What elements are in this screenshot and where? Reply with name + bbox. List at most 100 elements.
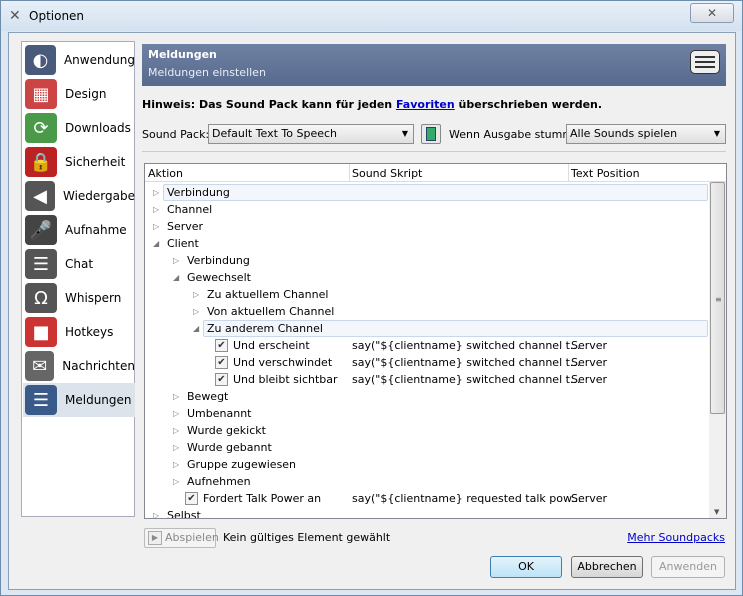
ok-button[interactable]: OK <box>490 556 562 578</box>
expanded-arrow-icon[interactable]: ◢ <box>173 269 179 286</box>
sidebar-item-label: Wiedergabe <box>62 189 135 203</box>
tree-header: Aktion Sound Skript Text Position <box>145 164 726 182</box>
sidebar-item-hotkeys[interactable]: ■ Hotkeys <box>23 315 135 349</box>
tree-row[interactable]: ▷ Von aktuellem Channel <box>145 303 708 320</box>
row-label: Aufnehmen <box>187 475 251 488</box>
section-subtitle: Meldungen einstellen <box>148 66 266 79</box>
design-icon: ▦ <box>25 79 57 109</box>
collapsed-arrow-icon[interactable]: ▷ <box>173 388 179 405</box>
collapsed-arrow-icon[interactable]: ▷ <box>153 184 159 201</box>
cancel-button[interactable]: Abbrechen <box>571 556 643 578</box>
checkbox[interactable]: ✔ <box>185 492 198 505</box>
favorites-link[interactable]: Favoriten <box>396 98 455 111</box>
tree-row[interactable]: ▷ Channel <box>145 201 708 218</box>
checkbox[interactable]: ✔ <box>215 373 228 386</box>
tree-row[interactable]: ✔ Fordert Talk Power an say("${clientname}… <box>145 490 708 507</box>
row-highlight <box>163 184 708 201</box>
column-divider <box>349 164 350 182</box>
tree-row[interactable]: ✔ Und verschwindet say("${clientname} swit… <box>145 354 708 371</box>
scroll-down-icon[interactable]: ▼ <box>714 508 719 516</box>
sidebar-item-anwendung[interactable]: ◐ Anwendung <box>23 43 135 77</box>
play-button[interactable]: ▶ Abspielen <box>144 528 219 548</box>
section-title: Meldungen <box>148 48 217 61</box>
hint-after: überschrieben werden. <box>454 98 603 111</box>
close-button[interactable]: ✕ <box>690 3 734 23</box>
sidebar-item-meldungen[interactable]: ☰ Meldungen <box>23 383 135 417</box>
sidebar-item-nachrichten[interactable]: ✉ Nachrichten <box>23 349 135 383</box>
row-label: Gruppe zugewiesen <box>187 458 297 471</box>
more-soundpacks-link[interactable]: Mehr Soundpacks <box>627 531 725 544</box>
tree-row[interactable]: ▷ Aufnehmen <box>145 473 708 490</box>
collapsed-arrow-icon[interactable]: ▷ <box>153 201 159 218</box>
row-label: Wurde gebannt <box>187 441 272 454</box>
column-divider <box>568 164 569 182</box>
tree-row[interactable]: ▷ Wurde gekickt <box>145 422 708 439</box>
column-sound-script[interactable]: Sound Skript <box>352 167 422 180</box>
checkbox[interactable]: ✔ <box>215 356 228 369</box>
row-position: Server <box>571 339 608 352</box>
row-label: Von aktuellem Channel <box>207 305 335 318</box>
speaker-icon: ◀ <box>25 181 55 211</box>
tree-row[interactable]: ▷ Gruppe zugewiesen <box>145 456 708 473</box>
apply-button[interactable]: Anwenden <box>651 556 725 578</box>
checkbox[interactable]: ✔ <box>215 339 228 352</box>
tree-row[interactable]: ▷ Zu aktuellem Channel <box>145 286 708 303</box>
collapsed-arrow-icon[interactable]: ▷ <box>173 252 179 269</box>
chevron-down-icon: ▼ <box>713 129 720 138</box>
row-label: Bewegt <box>187 390 229 403</box>
collapsed-arrow-icon[interactable]: ▷ <box>153 218 159 235</box>
tree-row[interactable]: ◢ Zu anderem Channel <box>145 320 708 337</box>
tree-row[interactable]: ▷ Verbindung <box>145 252 708 269</box>
row-label: Und verschwindet <box>233 356 333 369</box>
sidebar-item-whispern[interactable]: Ω Whispern <box>23 281 135 315</box>
collapsed-arrow-icon[interactable]: ▷ <box>173 439 179 456</box>
tree-row[interactable]: ▷ Umbenannt <box>145 405 708 422</box>
column-action[interactable]: Aktion <box>148 167 183 180</box>
hint-before: Hinweis: Das Sound Pack kann für jeden <box>142 98 396 111</box>
tree-row[interactable]: ▷ Wurde gebannt <box>145 439 708 456</box>
row-label: Verbindung <box>167 186 230 199</box>
chevron-down-icon: ▼ <box>401 129 408 138</box>
collapsed-arrow-icon[interactable]: ▷ <box>193 303 199 320</box>
tree-row[interactable]: ▷ Verbindung <box>145 184 708 201</box>
collapsed-arrow-icon[interactable]: ▷ <box>153 507 159 518</box>
vertical-scrollbar[interactable]: ≡ ▼ <box>709 182 726 518</box>
collapsed-arrow-icon[interactable]: ▷ <box>173 422 179 439</box>
expanded-arrow-icon[interactable]: ◢ <box>153 235 159 252</box>
expanded-arrow-icon[interactable]: ◢ <box>193 320 199 337</box>
play-label: Abspielen <box>165 531 219 544</box>
row-label: Fordert Talk Power an <box>203 492 322 505</box>
tree-row[interactable]: ✔ Und erscheint say("${clientname} switche… <box>145 337 708 354</box>
tree-row[interactable]: ◢ Client <box>145 235 708 252</box>
row-label: Selbst <box>167 509 201 519</box>
row-position: Server <box>571 373 608 386</box>
sidebar-item-design[interactable]: ▦ Design <box>23 77 135 111</box>
row-label: Server <box>167 220 204 233</box>
teamspeak-icon: ◐ <box>25 45 56 75</box>
close-icon: ✕ <box>706 6 718 20</box>
title-bar: ✕ Optionen ✕ <box>1 1 742 31</box>
collapsed-arrow-icon[interactable]: ▷ <box>173 405 179 422</box>
sidebar-item-label: Sicherheit <box>65 155 126 169</box>
collapsed-arrow-icon[interactable]: ▷ <box>193 286 199 303</box>
sidebar-item-aufnahme[interactable]: 🎤 Aufnahme <box>23 213 135 247</box>
tree-row[interactable]: ▷ Server <box>145 218 708 235</box>
tree-row[interactable]: ▷ Bewegt <box>145 388 708 405</box>
column-text-position[interactable]: Text Position <box>571 167 640 180</box>
section-header: Meldungen Meldungen einstellen <box>142 44 726 86</box>
collapsed-arrow-icon[interactable]: ▷ <box>173 473 179 490</box>
sidebar-item-sicherheit[interactable]: 🔒 Sicherheit <box>23 145 135 179</box>
sidebar-item-chat[interactable]: ☰ Chat <box>23 247 135 281</box>
tree-row[interactable]: ▷ Selbst <box>145 507 708 519</box>
sidebar-item-downloads[interactable]: ⟳ Downloads <box>23 111 135 145</box>
tree-row[interactable]: ✔ Und bleibt sichtbar say("${clientname} s… <box>145 371 708 388</box>
sound-pack-select[interactable]: Default Text To Speech ▼ <box>208 124 414 144</box>
sound-pack-settings-button[interactable] <box>421 124 441 144</box>
row-label: Und erscheint <box>233 339 310 352</box>
collapsed-arrow-icon[interactable]: ▷ <box>173 456 179 473</box>
tree-row[interactable]: ◢ Gewechselt <box>145 269 708 286</box>
scrollbar-thumb[interactable]: ≡ <box>710 182 725 414</box>
sidebar-item-label: Nachrichten <box>62 359 135 373</box>
sidebar-item-wiedergabe[interactable]: ◀ Wiedergabe <box>23 179 135 213</box>
mute-select[interactable]: Alle Sounds spielen ▼ <box>566 124 726 144</box>
